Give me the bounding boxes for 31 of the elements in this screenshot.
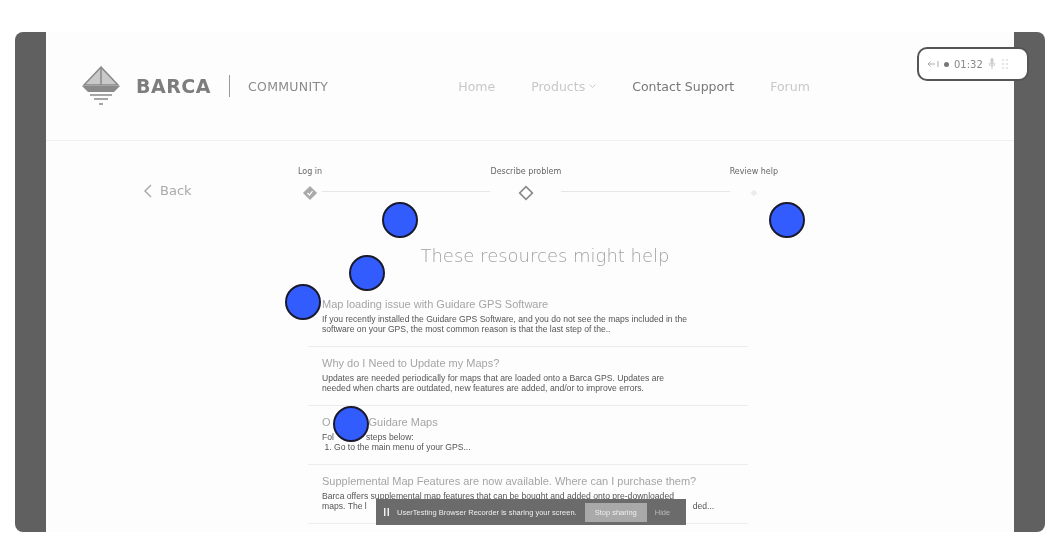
sailboat-logo-icon (80, 65, 122, 107)
article-title[interactable]: Why do I Need to Update my Maps? (322, 357, 500, 369)
microphone-icon[interactable] (987, 58, 996, 70)
article-snippet: needed when charts are outdated, new features are added, and/or to improve errors. (322, 383, 644, 393)
brand-subtitle: COMMUNITY (247, 78, 329, 94)
collapse-arrow-icon[interactable] (927, 60, 939, 68)
recording-time: 01:32 (954, 58, 983, 70)
article-title[interactable]: Supplemental Map Features are now available. Where can I purchase them? (322, 475, 697, 487)
article-snippet: Fol (322, 432, 334, 442)
article-snippet: steps below: (365, 432, 414, 442)
brand-name: BARCA (136, 75, 211, 97)
back-link[interactable]: Back (144, 183, 192, 198)
nav-link[interactable]: Contact Support (632, 78, 735, 94)
drag-handle-icon[interactable] (1000, 58, 1009, 70)
step-label: Describe problem (490, 167, 562, 176)
pause-icon (384, 508, 389, 516)
article-snippet: maps. The l (322, 501, 367, 511)
article-snippet: software on your GPS, the most common reason is that the last step of the.. (322, 324, 611, 334)
article-title[interactable]: Guidare Maps (368, 416, 438, 428)
step-label: Log in (298, 167, 323, 176)
recording-dot-icon (944, 61, 949, 67)
chevron-left-icon (144, 183, 152, 198)
article-snippet: Barca offers supplemental map features that can be bought and added onto pre-downloaded (322, 491, 674, 501)
article-title[interactable]: Map loading issue with Guidare GPS Software (322, 298, 549, 310)
article-title[interactable]: O (322, 416, 331, 428)
article-snippet: Updates are needed periodically for maps that are loaded onto a Barca GPS. Updates are (322, 373, 665, 383)
article-snippet: If you recently installed the Guidare GPS Software, and you do not see the maps included in the (322, 314, 687, 324)
page-heading: These resources might help (420, 245, 670, 266)
step-label: Review help (729, 167, 778, 176)
article-snippet: ded... (692, 501, 715, 511)
article-snippet: 1. Go to the main menu of your GPS... (323, 442, 471, 452)
